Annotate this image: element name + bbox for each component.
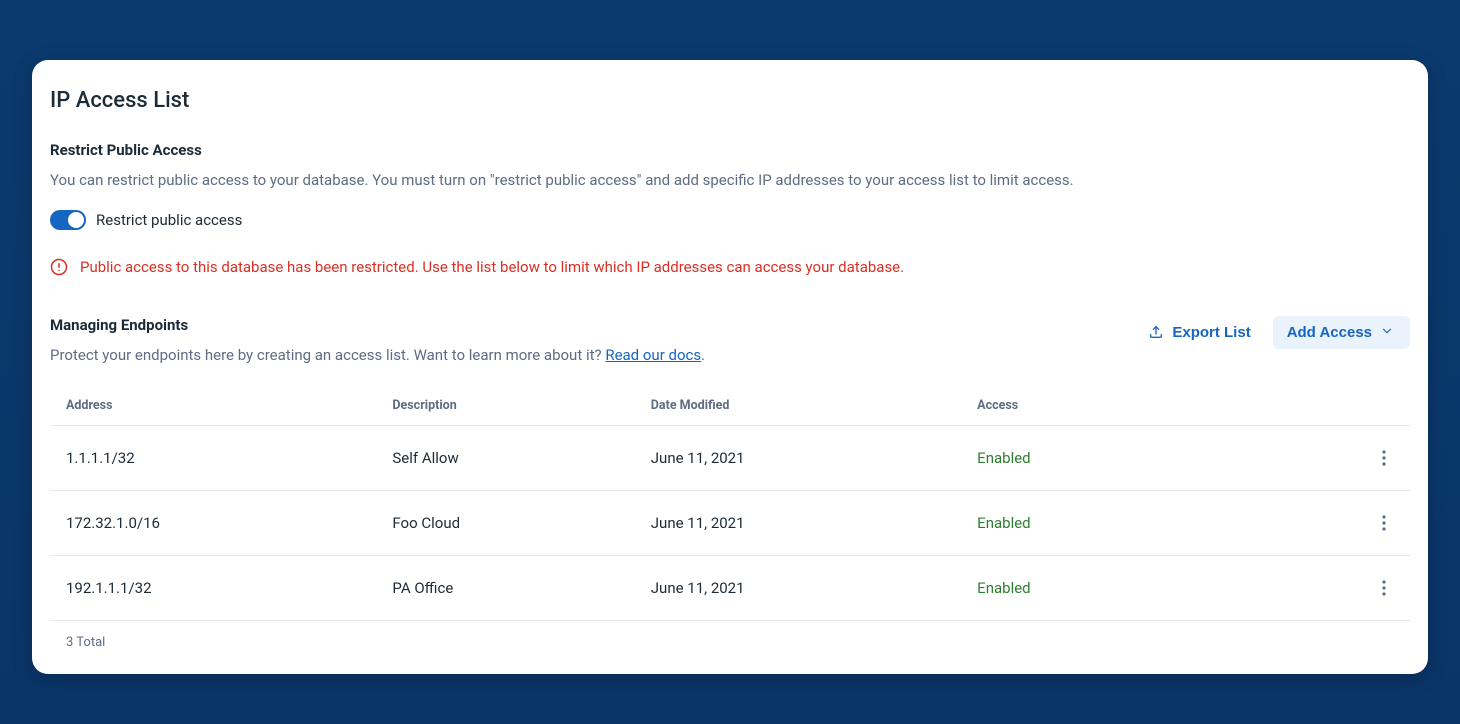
- restrict-heading: Restrict Public Access: [50, 141, 1410, 159]
- export-list-button[interactable]: Export List: [1138, 316, 1260, 349]
- endpoints-header: Managing Endpoints Protect your endpoint…: [50, 316, 1410, 367]
- row-actions-button[interactable]: [1374, 574, 1394, 602]
- row-actions-button[interactable]: [1374, 509, 1394, 537]
- cell-date-modified: June 11, 2021: [635, 491, 961, 556]
- upload-icon: [1148, 324, 1164, 340]
- restriction-alert: Public access to this database has been …: [50, 258, 1410, 276]
- kebab-icon: [1382, 450, 1386, 466]
- cell-actions: [1288, 491, 1410, 556]
- cell-description: Self Allow: [376, 426, 634, 491]
- read-docs-link[interactable]: Read our docs: [605, 346, 701, 364]
- th-address: Address: [50, 386, 376, 426]
- export-label: Export List: [1172, 324, 1250, 341]
- row-actions-button[interactable]: [1374, 444, 1394, 472]
- cell-address: 1.1.1.1/32: [50, 426, 376, 491]
- th-actions: [1288, 386, 1410, 426]
- access-table: Address Description Date Modified Access…: [50, 386, 1410, 621]
- cell-description: PA Office: [376, 556, 634, 621]
- alert-icon: [50, 258, 68, 276]
- add-access-label: Add Access: [1287, 324, 1372, 341]
- th-date-modified: Date Modified: [635, 386, 961, 426]
- cell-address: 192.1.1.1/32: [50, 556, 376, 621]
- endpoints-description: Protect your endpoints here by creating …: [50, 344, 1118, 367]
- toggle-knob: [68, 212, 84, 228]
- page-title: IP Access List: [50, 88, 1410, 113]
- cell-description: Foo Cloud: [376, 491, 634, 556]
- endpoints-heading: Managing Endpoints: [50, 316, 1118, 334]
- endpoints-desc-suffix: .: [701, 346, 705, 364]
- cell-actions: [1288, 556, 1410, 621]
- cell-address: 172.32.1.0/16: [50, 491, 376, 556]
- table-footer: 3 Total: [50, 621, 1410, 650]
- cell-date-modified: June 11, 2021: [635, 426, 961, 491]
- table-row: 192.1.1.1/32PA OfficeJune 11, 2021Enable…: [50, 556, 1410, 621]
- restrict-toggle-row: Restrict public access: [50, 210, 1410, 230]
- kebab-icon: [1382, 515, 1386, 531]
- cell-access: Enabled: [961, 426, 1287, 491]
- endpoints-actions: Export List Add Access: [1138, 316, 1410, 349]
- th-description: Description: [376, 386, 634, 426]
- alert-text: Public access to this database has been …: [80, 258, 904, 276]
- restrict-toggle-label: Restrict public access: [96, 211, 242, 229]
- endpoints-desc-prefix: Protect your endpoints here by creating …: [50, 346, 605, 364]
- add-access-button[interactable]: Add Access: [1273, 316, 1410, 349]
- restrict-description: You can restrict public access to your d…: [50, 169, 1410, 192]
- kebab-icon: [1382, 580, 1386, 596]
- cell-access: Enabled: [961, 556, 1287, 621]
- restrict-toggle[interactable]: [50, 210, 86, 230]
- table-row: 172.32.1.0/16Foo CloudJune 11, 2021Enabl…: [50, 491, 1410, 556]
- table-header-row: Address Description Date Modified Access: [50, 386, 1410, 426]
- th-access: Access: [961, 386, 1287, 426]
- cell-date-modified: June 11, 2021: [635, 556, 961, 621]
- cell-access: Enabled: [961, 491, 1287, 556]
- table-row: 1.1.1.1/32Self AllowJune 11, 2021Enabled: [50, 426, 1410, 491]
- cell-actions: [1288, 426, 1410, 491]
- chevron-down-icon: [1380, 324, 1396, 340]
- ip-access-card: IP Access List Restrict Public Access Yo…: [32, 60, 1428, 674]
